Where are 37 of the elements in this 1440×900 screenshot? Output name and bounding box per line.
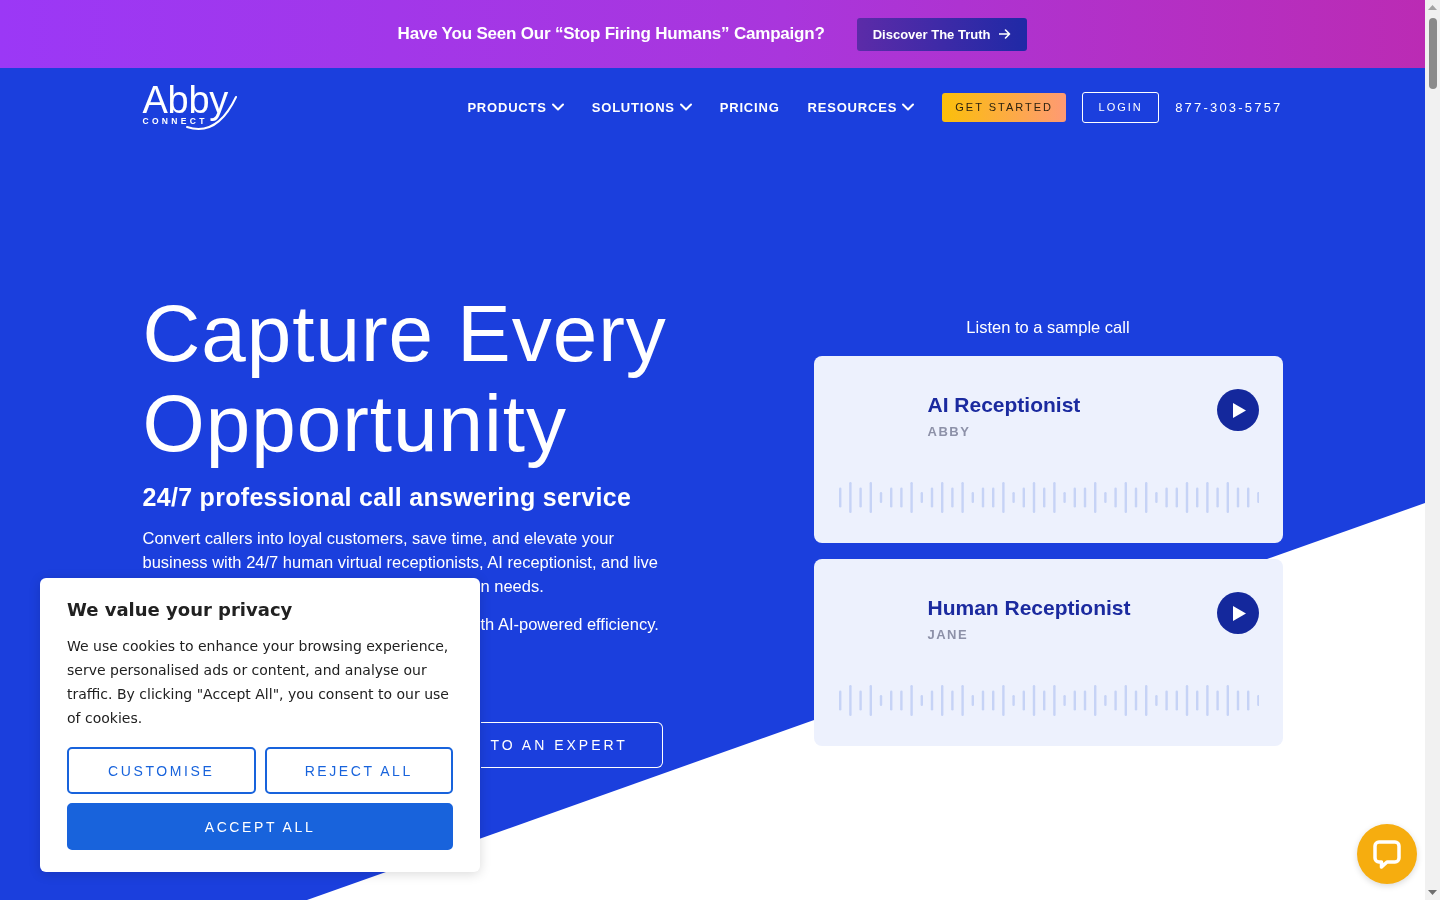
login-button[interactable]: LOGIN bbox=[1082, 91, 1160, 123]
logo[interactable]: Abby CONNECT bbox=[142, 83, 239, 131]
promo-text: Have You Seen Our “Stop Firing Humans” Campaign? bbox=[397, 24, 825, 44]
scroll-down-icon[interactable] bbox=[1428, 890, 1437, 895]
arrow-right-icon bbox=[999, 29, 1012, 39]
scrollbar[interactable] bbox=[1425, 0, 1440, 900]
scroll-up-icon[interactable] bbox=[1428, 5, 1437, 10]
cookie-title: We value your privacy bbox=[67, 598, 293, 622]
get-started-button[interactable]: GET STARTED bbox=[942, 92, 1067, 122]
voice-name: JANE bbox=[927, 626, 969, 644]
cookie-consent-button[interactable]: ACCEPT ALL bbox=[67, 803, 453, 850]
sample-heading: Listen to a sample call bbox=[966, 317, 1130, 338]
discover-button[interactable]: Discover The Truth bbox=[856, 17, 1028, 51]
nav-link[interactable]: PRICING bbox=[719, 99, 780, 115]
card-title: Human Receptionist bbox=[927, 595, 1131, 621]
nav-link[interactable]: SOLUTIONS bbox=[591, 99, 692, 115]
play-button[interactable] bbox=[1216, 389, 1259, 431]
nav-link[interactable]: PRODUCTS bbox=[467, 99, 564, 115]
cookie-text: We use cookies to enhance your browsing experience, serve personalised ads or content, and analyse our traffic. By clicking "Accept All", you consent to our use of cookies. bbox=[67, 637, 450, 728]
paragraph-fragment: n needs. bbox=[480, 576, 544, 597]
paragraph-fragment: th AI-powered efficiency. bbox=[480, 614, 659, 635]
chevron-down-icon bbox=[902, 103, 915, 111]
card-title: AI Receptionist bbox=[927, 392, 1081, 418]
speech-bubble-icon bbox=[1372, 839, 1402, 869]
play-icon bbox=[1232, 402, 1246, 418]
chevron-down-icon bbox=[679, 103, 692, 111]
hero-title: Capture Every Opportunity bbox=[142, 289, 667, 469]
nav-link[interactable]: RESOURCES bbox=[807, 99, 915, 115]
hero-subtitle: 24/7 professional call answering service bbox=[142, 482, 632, 512]
scrollbar-thumb[interactable] bbox=[1428, 18, 1437, 89]
voice-name: ABBY bbox=[927, 423, 971, 441]
cookie-consent-button[interactable]: CUSTOMISE bbox=[67, 747, 256, 794]
chevron-down-icon bbox=[551, 103, 564, 111]
cookie-consent-button[interactable]: REJECT ALL bbox=[264, 747, 453, 794]
play-icon bbox=[1232, 605, 1246, 621]
play-button[interactable] bbox=[1216, 592, 1259, 634]
phone-link[interactable]: 877-303-5757 bbox=[1175, 99, 1283, 115]
